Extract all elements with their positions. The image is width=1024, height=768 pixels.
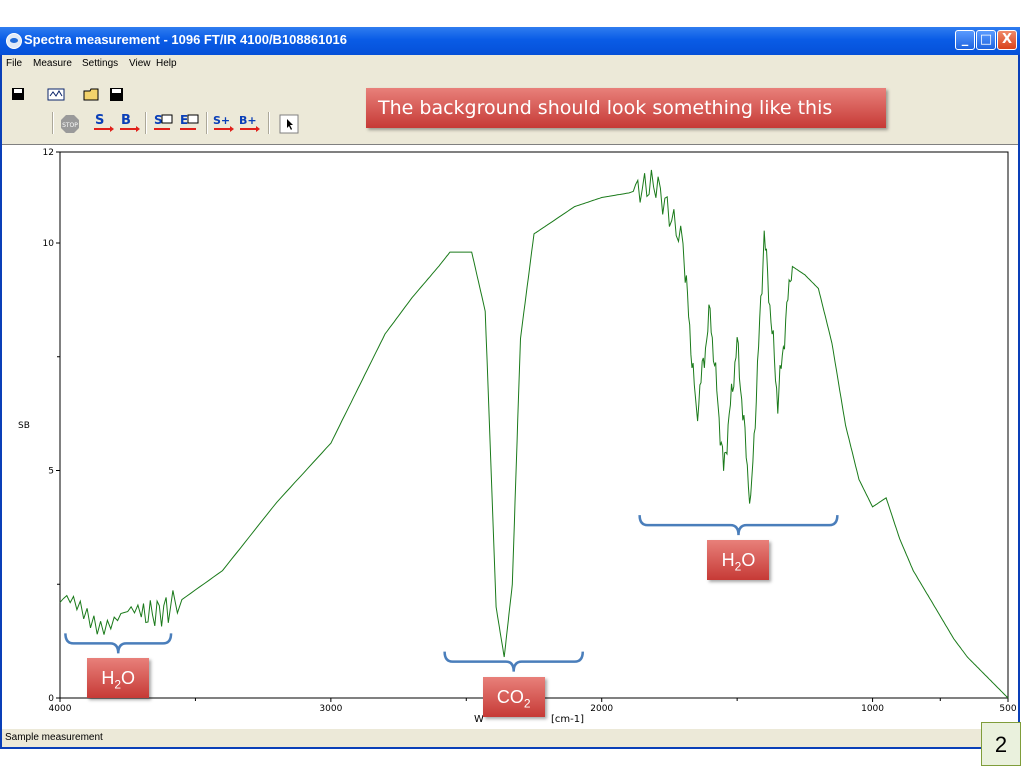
sample-measure-button[interactable]: S	[92, 112, 114, 132]
menu-help[interactable]: Help	[156, 58, 177, 69]
menu-view[interactable]: View	[129, 58, 151, 69]
annotation-text: H	[721, 550, 735, 571]
maximize-button[interactable]: □	[976, 30, 996, 50]
background-measure-button[interactable]: B	[118, 112, 140, 132]
open-folder-icon[interactable]	[82, 84, 102, 104]
spectrum-icon[interactable]	[46, 84, 66, 104]
status-bar: Sample measurement	[2, 728, 1018, 747]
svg-text:STOP: STOP	[62, 122, 78, 129]
stop-button[interactable]: STOP	[60, 114, 80, 134]
svg-text:B: B	[121, 113, 131, 128]
title-bar[interactable]: Spectra measurement - 1096 FT/IR 4100/B1…	[0, 27, 1020, 55]
annotation-label: CO2	[482, 676, 545, 717]
menu-measure[interactable]: Measure	[33, 58, 72, 69]
annotation-subscript: 2	[523, 696, 531, 711]
annotation-tail: O	[121, 668, 136, 689]
y-tick-label: 12	[43, 148, 54, 158]
annotation-label: H2O	[707, 540, 770, 581]
slide-number: 2	[981, 722, 1021, 766]
menu-settings[interactable]: Settings	[82, 58, 118, 69]
annotation-label: H2O	[87, 658, 150, 699]
y-axis-label: SB	[18, 421, 30, 431]
y-tick-label: 5	[48, 467, 54, 477]
y-tick-label: 10	[43, 239, 55, 249]
svg-text:B+: B+	[239, 114, 257, 127]
x-tick-label: 1000	[861, 704, 884, 714]
x-tick-label: 500	[999, 704, 1016, 714]
status-text: Sample measurement	[5, 732, 103, 743]
annotation-text: H	[101, 668, 115, 689]
svg-text:S+: S+	[213, 114, 230, 127]
toolbar-separator	[268, 112, 270, 134]
svg-text:S: S	[95, 113, 104, 128]
minimize-button[interactable]: _	[955, 30, 975, 50]
save-disk-icon[interactable]	[107, 84, 127, 104]
window-title: Spectra measurement - 1096 FT/IR 4100/B1…	[24, 32, 348, 47]
toolbar-separator	[52, 112, 54, 134]
sample-add-button[interactable]: S+	[212, 112, 234, 132]
spectrum-plot-area: 0 5 10 12 4000 3000 2000 1000 500 SB W [cm-1]	[2, 144, 1018, 729]
toolbar-separator	[206, 112, 208, 134]
annotation-text: CO	[496, 686, 524, 707]
x-axis-label-unit: [cm-1]	[551, 714, 584, 725]
svg-text:E: E	[180, 113, 188, 127]
svg-text:S: S	[154, 113, 163, 127]
spectrum-chart: 0510124000 3000 2000 1000 500SBW [cm-1]	[18, 148, 1017, 725]
x-tick-label: 4000	[49, 704, 72, 714]
y-tick-label: 0	[48, 694, 54, 704]
app-icon	[6, 33, 22, 49]
sample-export-button[interactable]: S	[152, 112, 173, 132]
background-add-button[interactable]: B+	[238, 112, 260, 132]
menu-bar: File Measure Settings View Help	[2, 55, 1018, 75]
pointer-button[interactable]	[279, 114, 299, 134]
menu-file[interactable]: File	[6, 58, 22, 69]
toolbar-separator	[145, 112, 147, 134]
x-tick-label: 3000	[319, 704, 342, 714]
export-button[interactable]: E	[178, 112, 199, 132]
annotation-tail: O	[741, 550, 756, 571]
instruction-banner: The background should look something lik…	[366, 88, 886, 128]
save-icon[interactable]	[8, 84, 28, 104]
close-button[interactable]: X	[997, 30, 1017, 50]
x-tick-label: 2000	[590, 704, 613, 714]
